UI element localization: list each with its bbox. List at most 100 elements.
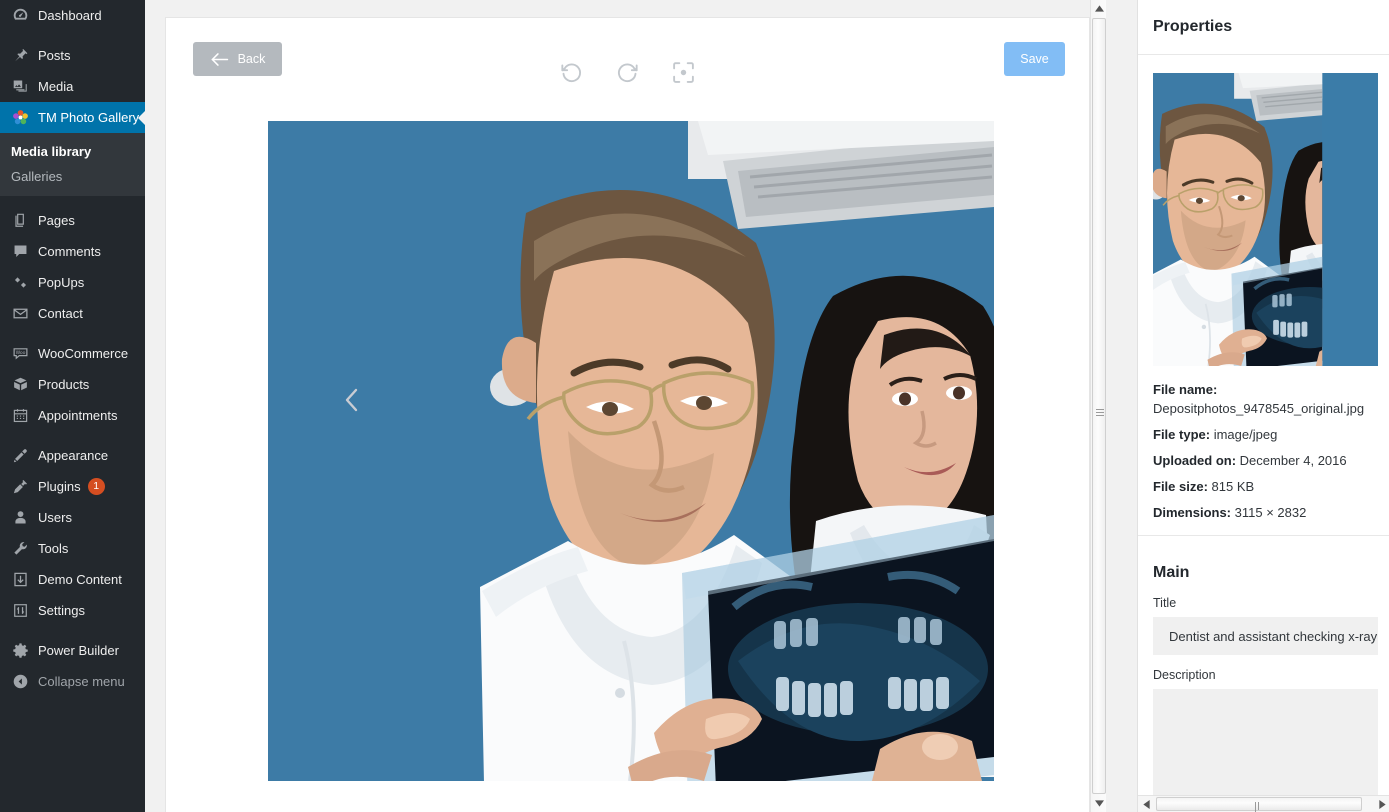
popups-icon xyxy=(9,273,31,293)
sidebar-item-popups[interactable]: PopUps xyxy=(0,267,145,298)
uploaded-label: Uploaded on: xyxy=(1153,453,1237,468)
rotate-right-icon[interactable] xyxy=(612,56,644,88)
sidebar-item-tools[interactable]: Tools xyxy=(0,533,145,564)
admin-sidebar: Dashboard Posts Media TM Photo Gallery M… xyxy=(0,0,145,812)
title-input[interactable]: Dentist and assistant checking x-ray xyxy=(1153,617,1378,655)
plugin-icon xyxy=(9,477,31,497)
sidebar-label: Plugins xyxy=(38,479,81,494)
sidebar-divider xyxy=(0,196,145,205)
scroll-right-button[interactable] xyxy=(1374,796,1389,812)
sidebar-label: Collapse menu xyxy=(38,674,125,689)
image-thumbnail xyxy=(1153,73,1378,366)
sidebar-item-tm-photo-gallery[interactable]: TM Photo Gallery xyxy=(0,102,145,133)
sidebar-label: Appearance xyxy=(38,448,109,463)
sidebar-item-collapse-menu[interactable]: Collapse menu xyxy=(0,666,145,697)
sidebar-item-comments[interactable]: Comments xyxy=(0,236,145,267)
sidebar-item-appearance[interactable]: Appearance xyxy=(0,440,145,471)
sidebar-divider xyxy=(0,329,145,338)
meta-dimensions: Dimensions: 3115 × 2832 xyxy=(1153,503,1374,522)
uploaded-value: December 4, 2016 xyxy=(1239,453,1347,468)
sidebar-label: Media xyxy=(38,79,74,94)
sidebar-item-settings[interactable]: Settings xyxy=(0,595,145,626)
sidebar-item-galleries[interactable]: Galleries xyxy=(0,164,145,189)
dashboard-icon xyxy=(9,6,31,26)
dimensions-label: Dimensions: xyxy=(1153,505,1232,520)
sidebar-item-media[interactable]: Media xyxy=(0,71,145,102)
sidebar-label: TM Photo Gallery xyxy=(38,110,140,125)
transform-tools xyxy=(166,56,1089,88)
sidebar-label: Tools xyxy=(38,541,69,556)
sidebar-item-users[interactable]: Users xyxy=(0,502,145,533)
sidebar-submenu: Media library Galleries xyxy=(0,133,145,196)
calendar-icon xyxy=(9,406,31,426)
editor-vertical-scrollbar[interactable] xyxy=(1090,0,1106,812)
scroll-left-button[interactable] xyxy=(1138,796,1154,812)
hscrollbar-thumb[interactable] xyxy=(1156,797,1362,812)
scroll-up-button[interactable] xyxy=(1091,0,1107,17)
products-box-icon xyxy=(9,375,31,395)
hscrollbar-grip xyxy=(1255,802,1263,812)
file-name-value: Depositphotos_9478545_original.jpg xyxy=(1153,401,1365,416)
crop-focus-icon[interactable] xyxy=(668,56,700,88)
sidebar-item-power-builder[interactable]: Power Builder xyxy=(0,635,145,666)
properties-body: File name: Depositphotos_9478545_origina… xyxy=(1138,55,1389,811)
sidebar-item-dashboard[interactable]: Dashboard xyxy=(0,0,145,31)
file-size-value: 815 KB xyxy=(1211,479,1255,494)
scroll-down-button[interactable] xyxy=(1091,795,1107,812)
file-metadata: File name: Depositphotos_9478545_origina… xyxy=(1153,380,1374,522)
sidebar-label: Comments xyxy=(38,244,101,259)
user-icon xyxy=(9,508,31,528)
sidebar-label: Dashboard xyxy=(38,8,102,23)
sidebar-item-demo-content[interactable]: Demo Content xyxy=(0,564,145,595)
sidebar-label: Settings xyxy=(38,603,85,618)
properties-title: Properties xyxy=(1153,18,1233,35)
wrench-icon xyxy=(9,539,31,559)
meta-uploaded-on: Uploaded on: December 4, 2016 xyxy=(1153,451,1374,470)
sidebar-item-posts[interactable]: Posts xyxy=(0,40,145,71)
pages-icon xyxy=(9,211,31,231)
properties-header: Properties xyxy=(1138,0,1389,55)
rotate-left-icon[interactable] xyxy=(556,56,588,88)
comments-icon xyxy=(9,242,31,262)
description-textarea[interactable] xyxy=(1153,689,1378,811)
properties-divider xyxy=(1138,535,1389,536)
sidebar-item-products[interactable]: Products xyxy=(0,369,145,400)
sidebar-divider xyxy=(0,31,145,40)
sidebar-divider xyxy=(0,626,145,635)
sidebar-divider xyxy=(0,431,145,440)
editor-toolbar: Back Save xyxy=(166,18,1089,96)
scrollbar-grip xyxy=(1096,409,1104,416)
sidebar-item-woocommerce[interactable]: Woo WooCommerce xyxy=(0,338,145,369)
meta-file-type: File type: image/jpeg xyxy=(1153,425,1374,444)
sidebar-item-plugins[interactable]: Plugins 1 xyxy=(0,471,145,502)
sidebar-item-contact[interactable]: Contact xyxy=(0,298,145,329)
sidebar-label: PopUps xyxy=(38,275,85,290)
editor-photo[interactable] xyxy=(268,121,994,781)
settings-sliders-icon xyxy=(9,601,31,621)
prev-image-button[interactable] xyxy=(335,383,369,417)
pin-icon xyxy=(9,46,31,66)
properties-panel: Properties File name: Depositphotos_9478… xyxy=(1137,0,1389,812)
scrollbar-thumb[interactable] xyxy=(1092,18,1106,794)
sidebar-label: Products xyxy=(38,377,90,392)
sidebar-label: Posts xyxy=(38,48,71,63)
sidebar-item-appointments[interactable]: Appointments xyxy=(0,400,145,431)
dimensions-value: 3115 × 2832 xyxy=(1234,505,1307,520)
save-button-label: Save xyxy=(1020,52,1049,66)
paintbrush-icon xyxy=(9,446,31,466)
sidebar-item-pages[interactable]: Pages xyxy=(0,205,145,236)
sidebar-label: Power Builder xyxy=(38,643,119,658)
sidebar-item-media-library[interactable]: Media library xyxy=(0,139,145,164)
submenu-label: Galleries xyxy=(11,169,63,184)
wordpress-admin-screen: Dashboard Posts Media TM Photo Gallery M… xyxy=(0,0,1389,812)
sidebar-label: Contact xyxy=(38,306,83,321)
properties-horizontal-scrollbar[interactable] xyxy=(1138,795,1389,812)
plugins-update-badge: 1 xyxy=(87,478,105,495)
save-button[interactable]: Save xyxy=(1004,42,1065,76)
sidebar-label: Pages xyxy=(38,213,75,228)
media-icon xyxy=(9,77,31,97)
description-field-label: Description xyxy=(1153,668,1216,682)
submenu-label: Media library xyxy=(11,144,92,159)
photo-gallery-icon xyxy=(9,108,31,128)
sidebar-label: Demo Content xyxy=(38,572,122,587)
